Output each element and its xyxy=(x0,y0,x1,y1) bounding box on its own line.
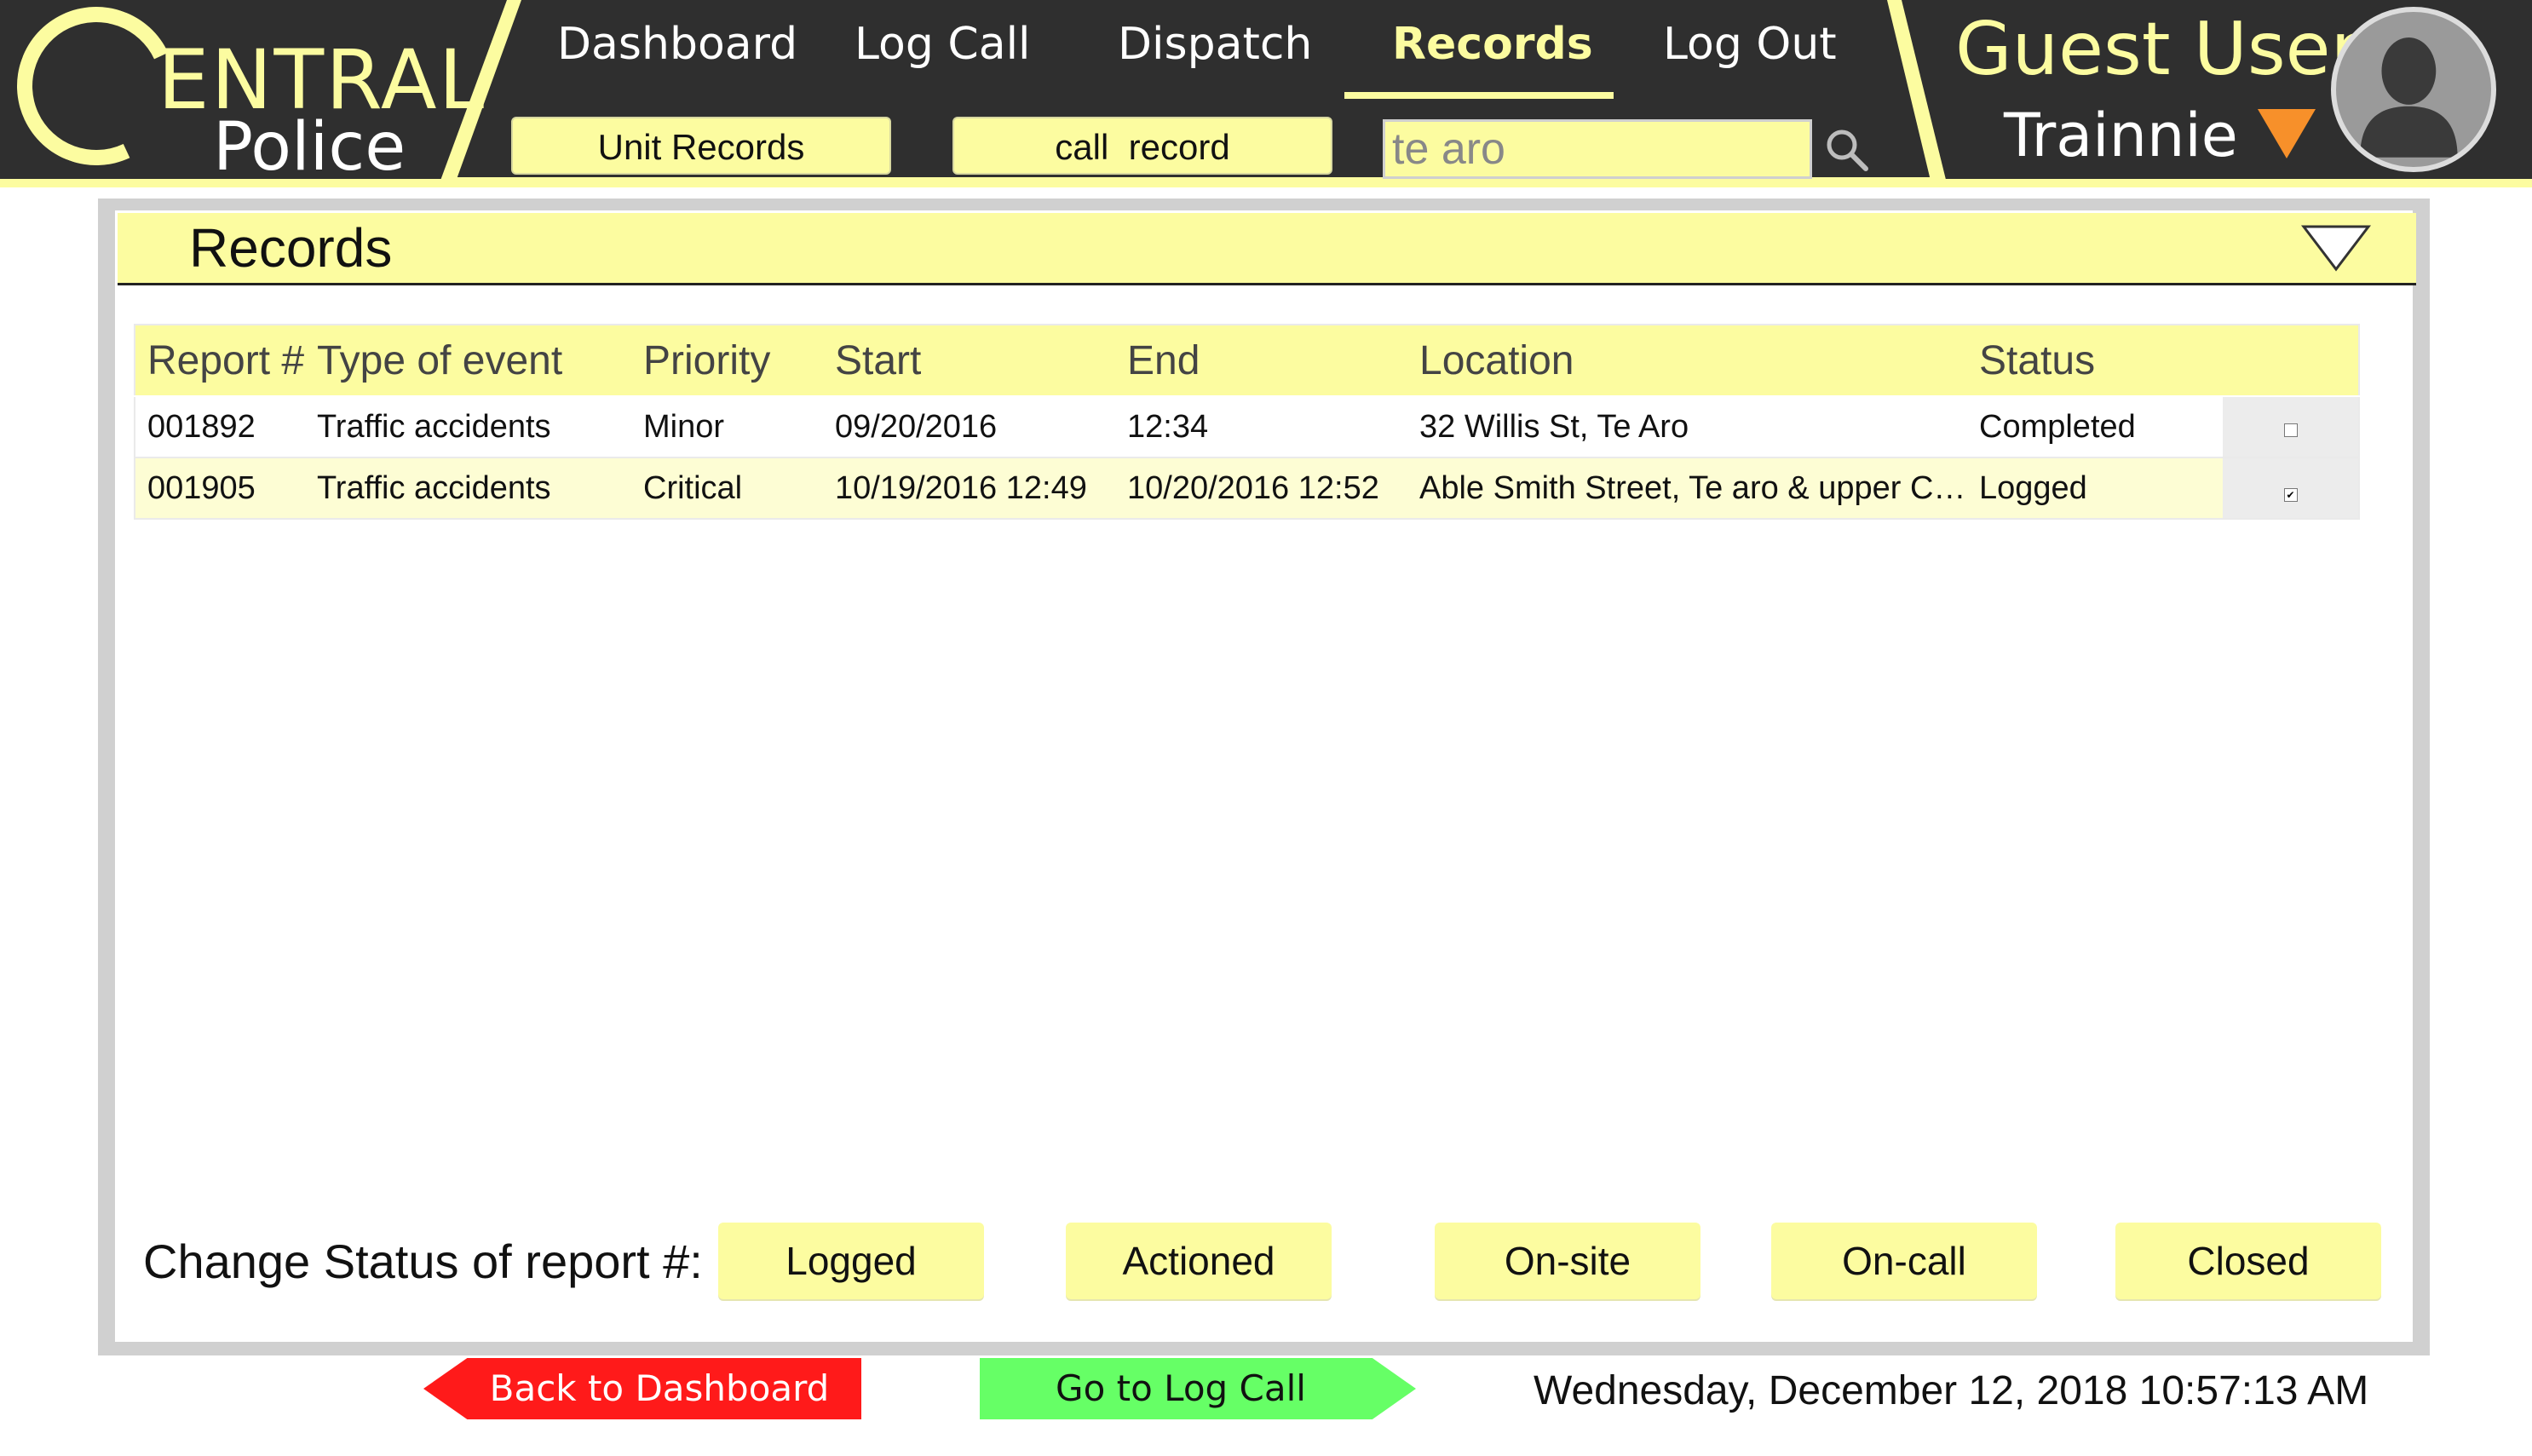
location-cell: 32 Willis St, Te Aro xyxy=(1407,396,1967,458)
unit-records-button[interactable]: Unit Records xyxy=(511,117,891,175)
start-cell: 10/19/2016 12:49 xyxy=(823,458,1115,519)
table-row[interactable]: 001905 Traffic accidents Critical 10/19/… xyxy=(135,458,2359,519)
column-header: Report # xyxy=(135,325,305,397)
change-status-label: Change Status of report #: xyxy=(143,1234,703,1288)
column-header: Location xyxy=(1407,325,1967,397)
records-table: Report # Type of event Priority Start En… xyxy=(134,324,2360,520)
nav-records[interactable]: Records xyxy=(1392,19,1593,70)
column-header: Type of event xyxy=(305,325,631,397)
table-row[interactable]: 001892 Traffic accidents Minor 09/20/201… xyxy=(135,396,2359,458)
priority-cell: Critical xyxy=(631,458,823,519)
go-to-log-call-button[interactable]: Go to Log Call xyxy=(980,1358,1416,1419)
active-tab-indicator xyxy=(1344,92,1614,99)
row-select-cell: ✔ xyxy=(2223,458,2359,519)
status-actioned-button[interactable]: Actioned xyxy=(1066,1223,1332,1299)
row-checkbox[interactable] xyxy=(2283,423,2298,437)
records-title: Records xyxy=(189,217,393,279)
column-header: End xyxy=(1115,325,1407,397)
logo-subtitle: Police xyxy=(213,109,406,186)
user-name: Guest User xyxy=(1955,7,2361,92)
current-datetime: Wednesday, December 12, 2018 10:57:13 AM xyxy=(1534,1368,2369,1413)
user-silhouette-icon xyxy=(2360,37,2458,158)
start-cell: 09/20/2016 xyxy=(823,396,1115,458)
event-type-cell: Traffic accidents xyxy=(305,458,631,519)
event-type-cell: Traffic accidents xyxy=(305,396,631,458)
nav-dispatch[interactable]: Dispatch xyxy=(1118,19,1312,70)
role-dropdown-icon[interactable] xyxy=(2258,109,2316,158)
back-to-dashboard-button[interactable]: Back to Dashboard xyxy=(423,1358,861,1419)
search-icon[interactable] xyxy=(1823,126,1871,174)
status-closed-button[interactable]: Closed xyxy=(2115,1223,2381,1299)
priority-cell: Minor xyxy=(631,396,823,458)
collapse-triangle-icon[interactable] xyxy=(2300,223,2372,274)
status-cell: Logged xyxy=(1967,458,2223,519)
row-select-cell xyxy=(2223,396,2359,458)
end-cell: 10/20/2016 12:52 xyxy=(1115,458,1407,519)
top-bar: ENTRAL Police Dashboard Log Call Dispatc… xyxy=(0,0,2532,188)
status-cell: Completed xyxy=(1967,396,2223,458)
nav-log-out[interactable]: Log Out xyxy=(1663,19,1837,70)
column-header-select xyxy=(2223,325,2359,397)
column-header: Priority xyxy=(631,325,823,397)
status-on-call-button[interactable]: On-call xyxy=(1771,1223,2037,1299)
row-checkbox[interactable]: ✔ xyxy=(2283,487,2298,502)
user-role: Trainnie xyxy=(2004,101,2238,170)
table-header-row: Report # Type of event Priority Start En… xyxy=(135,325,2359,397)
status-on-site-button[interactable]: On-site xyxy=(1435,1223,1700,1299)
location-cell: Able Smith Street, Te aro & upper C… xyxy=(1407,458,1967,519)
search-input[interactable] xyxy=(1383,119,1812,179)
column-header: Status xyxy=(1967,325,2223,397)
report-number-cell: 001905 xyxy=(135,458,305,519)
avatar[interactable] xyxy=(2331,7,2496,172)
nav-dashboard[interactable]: Dashboard xyxy=(557,19,797,70)
nav-log-call[interactable]: Log Call xyxy=(855,19,1030,70)
end-cell: 12:34 xyxy=(1115,396,1407,458)
report-number-cell: 001892 xyxy=(135,396,305,458)
records-header-bar xyxy=(118,213,2416,285)
call-record-button[interactable]: call record xyxy=(952,117,1332,175)
status-logged-button[interactable]: Logged xyxy=(718,1223,984,1299)
column-header: Start xyxy=(823,325,1115,397)
